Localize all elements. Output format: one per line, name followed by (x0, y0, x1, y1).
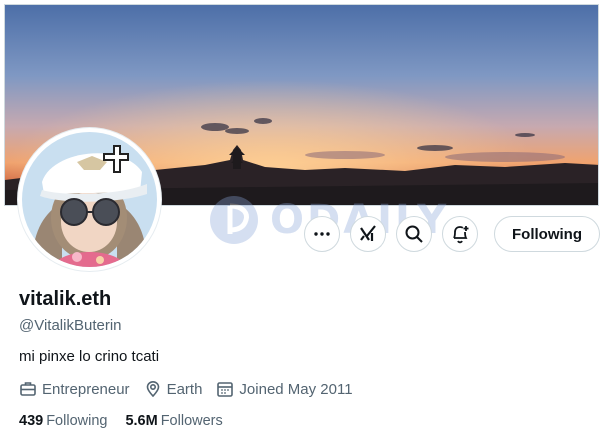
occupation-text: Entrepreneur (42, 380, 130, 398)
followers-count: 5.6M (125, 413, 158, 429)
more-button[interactable] (304, 216, 340, 252)
following-label: Following (46, 413, 108, 429)
meta-location: Earth (144, 380, 203, 398)
location-text: Earth (166, 380, 203, 398)
profile-meta: Entrepreneur Earth Joined May 2011 (19, 380, 367, 398)
bell-plus-icon (453, 226, 469, 244)
followers-label: Followers (160, 413, 223, 429)
avatar-image (22, 132, 157, 267)
notifications-button[interactable] (442, 216, 478, 252)
grok-button[interactable] (350, 216, 386, 252)
avatar[interactable] (18, 128, 161, 271)
meta-joined: Joined May 2011 (216, 380, 353, 398)
following-stat-link[interactable]: 439 Following (19, 413, 107, 429)
more-horizontal-icon (314, 232, 330, 236)
grok-icon (360, 225, 376, 241)
calendar-icon (217, 382, 234, 397)
user-handle: @VitalikButerin (19, 317, 122, 334)
search-profile-button[interactable] (396, 216, 432, 252)
display-name: vitalik.eth (19, 288, 112, 310)
profile-stats: 439 Following 5.6M Followers (19, 413, 241, 429)
meta-occupation: Entrepreneur (19, 380, 130, 398)
joined-text: Joined May 2011 (239, 380, 353, 398)
following-button[interactable]: Following (494, 216, 600, 252)
briefcase-icon (20, 382, 36, 396)
followers-stat-link[interactable]: 5.6M Followers (125, 413, 222, 429)
search-icon (405, 225, 423, 243)
location-pin-icon (146, 380, 159, 398)
profile-bio: mi pinxe lo crino tcati (19, 348, 160, 365)
profile-actions: Following (304, 216, 600, 252)
following-count: 439 (19, 413, 44, 429)
